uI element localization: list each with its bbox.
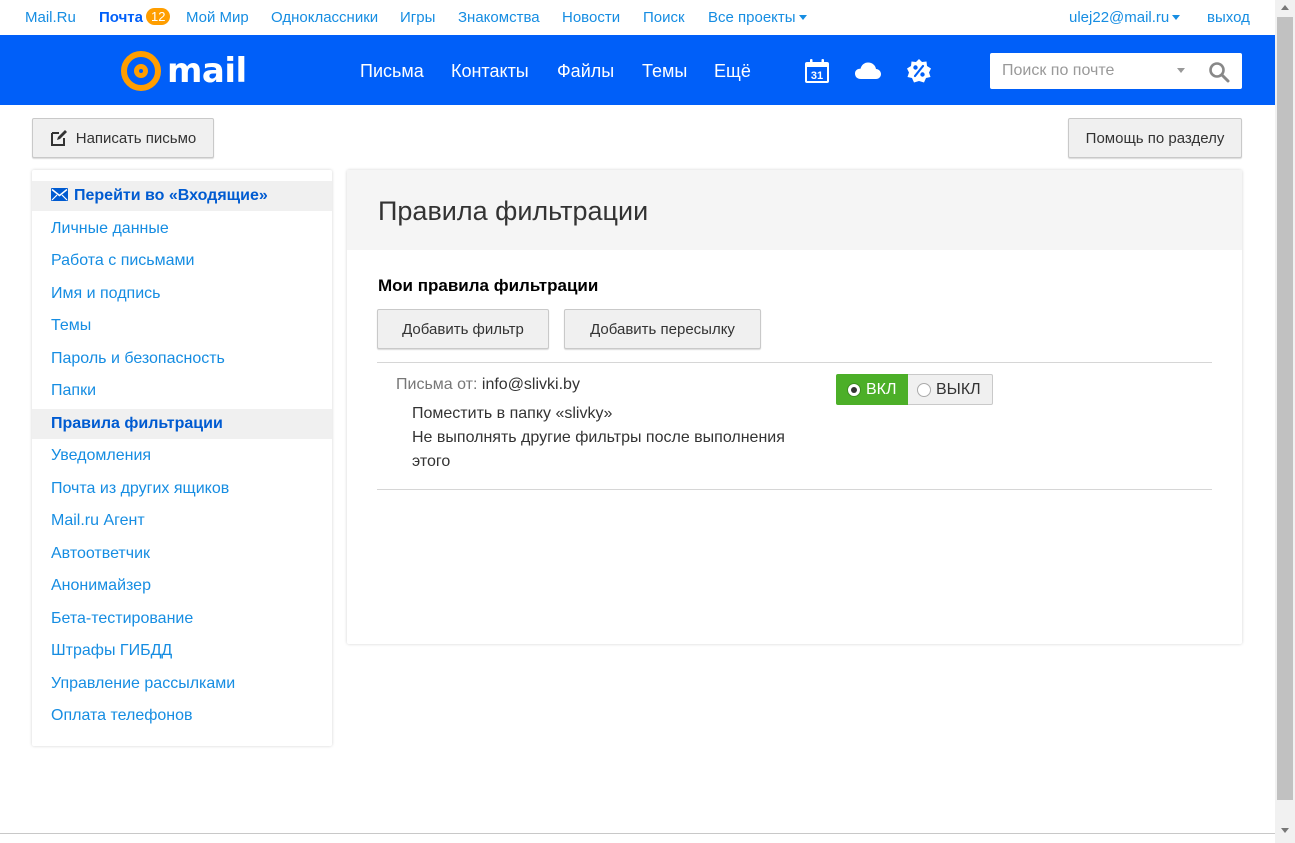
nav-themes[interactable]: Темы	[642, 61, 687, 82]
rule-on-label: ВКЛ	[866, 380, 897, 398]
cloud-icon[interactable]	[854, 58, 882, 84]
portal-link-pochta[interactable]: Почта 12	[99, 8, 171, 26]
scroll-up-icon[interactable]	[1281, 5, 1289, 10]
sidebar-item-filter-rules[interactable]: Правила фильтрации	[32, 409, 332, 439]
sidebar-item-phone-payment[interactable]: Оплата телефонов	[32, 701, 332, 731]
calendar-day: 31	[811, 70, 823, 82]
logout-link[interactable]: выход	[1207, 9, 1250, 26]
search-input[interactable]	[990, 53, 1165, 89]
search-options-dropdown-icon[interactable]	[1177, 68, 1185, 73]
rule-action-stop: Не выполнять другие фильтры после выполн…	[412, 429, 785, 446]
rule-off-label: ВЫКЛ	[936, 380, 981, 398]
user-account-dropdown[interactable]: ulej22@mail.ru	[1069, 9, 1181, 26]
sidebar-item-themes[interactable]: Темы	[32, 311, 332, 341]
nav-letters[interactable]: Письма	[360, 61, 424, 82]
sidebar-item-autoresponder[interactable]: Автоответчик	[32, 539, 332, 569]
page-scrollbar[interactable]	[1275, 0, 1295, 843]
panel-header: Правила фильтрации	[347, 170, 1242, 250]
calendar-icon[interactable]: 31	[804, 58, 830, 84]
chevron-down-icon	[798, 14, 807, 20]
settings-sidebar: Перейти во «Входящие» Личные данные Рабо…	[32, 170, 332, 746]
portal-link-mailru[interactable]: Mail.Ru	[25, 9, 76, 26]
radio-checked-icon	[847, 382, 861, 397]
user-email: ulej22@mail.ru	[1069, 9, 1170, 26]
all-projects-dropdown[interactable]: Все проекты	[708, 9, 807, 26]
sidebar-item-mail-handling[interactable]: Работа с письмами	[32, 246, 332, 276]
divider	[377, 489, 1212, 490]
footer-divider	[0, 833, 1275, 834]
portal-link-novosti[interactable]: Новости	[562, 9, 620, 26]
sidebar-item-folders[interactable]: Папки	[32, 376, 332, 406]
filter-rules-panel: Правила фильтрации Мои правила фильтраци…	[347, 170, 1242, 644]
sidebar-item-anonymizer[interactable]: Анонимайзер	[32, 571, 332, 601]
sidebar-item-traffic-fines[interactable]: Штрафы ГИБДД	[32, 636, 332, 666]
help-button[interactable]: Помощь по разделу	[1068, 118, 1242, 158]
radio-unchecked-icon	[917, 382, 931, 397]
chevron-down-icon	[1172, 14, 1181, 20]
divider	[377, 362, 1212, 363]
mail-logo[interactable]: mail	[121, 51, 247, 91]
sidebar-item-notifications[interactable]: Уведомления	[32, 441, 332, 471]
discount-icon[interactable]	[906, 58, 932, 84]
portal-link-odnoklassniki[interactable]: Одноклассники	[271, 9, 378, 26]
mail-search-box	[990, 53, 1242, 89]
sidebar-item-inbox[interactable]: Перейти во «Входящие»	[32, 181, 332, 211]
add-forwarding-button[interactable]: Добавить пересылку	[564, 309, 761, 349]
envelope-icon	[51, 188, 68, 202]
section-title: Мои правила фильтрации	[378, 276, 599, 295]
mail-header: mail Письма Контакты Файлы Темы Ещё 31	[0, 35, 1275, 105]
nav-more[interactable]: Ещё	[714, 61, 751, 82]
rule-sender[interactable]: Письма от: info@slivki.by	[396, 376, 580, 394]
compose-label: Написать письмо	[75, 129, 197, 147]
rule-from-label: Письма от:	[396, 376, 478, 393]
sidebar-item-password-security[interactable]: Пароль и безопасность	[32, 344, 332, 374]
rule-toggle: ВКЛ ВЫКЛ	[836, 374, 993, 405]
rule-on-option[interactable]: ВКЛ	[836, 374, 908, 405]
sidebar-item-inbox-label: Перейти во «Входящие»	[74, 187, 268, 204]
rule-action-move: Поместить в папку «slivky»	[412, 405, 613, 422]
compose-icon	[50, 130, 67, 146]
portal-link-poisk[interactable]: Поиск	[643, 9, 685, 26]
sidebar-item-mailru-agent[interactable]: Mail.ru Агент	[32, 506, 332, 536]
scrollbar-thumb[interactable]	[1277, 17, 1293, 800]
portal-link-igry[interactable]: Игры	[400, 9, 435, 26]
rule-action-stop-cont: этого	[412, 453, 451, 470]
sidebar-item-newsletters[interactable]: Управление рассылками	[32, 669, 332, 699]
all-projects-label: Все проекты	[708, 9, 796, 26]
sidebar-item-other-mailboxes[interactable]: Почта из других ящиков	[32, 474, 332, 504]
rule-from-value: info@slivki.by	[481, 376, 580, 393]
page-title: Правила фильтрации	[378, 196, 649, 226]
sidebar-item-name-signature[interactable]: Имя и подпись	[32, 279, 332, 309]
at-sign-logo-icon	[121, 51, 161, 91]
rule-off-option[interactable]: ВЫКЛ	[908, 374, 993, 405]
portal-link-moy-mir[interactable]: Мой Мир	[186, 9, 249, 26]
unread-count-badge: 12	[145, 8, 171, 25]
add-filter-button[interactable]: Добавить фильтр	[377, 309, 549, 349]
logo-wordmark: mail	[167, 51, 247, 91]
nav-contacts[interactable]: Контакты	[451, 61, 529, 82]
nav-files[interactable]: Файлы	[557, 61, 614, 82]
sidebar-item-beta-testing[interactable]: Бета-тестирование	[32, 604, 332, 634]
portal-bar: Mail.Ru Почта 12 Мой Мир Одноклассники Иг…	[0, 0, 1275, 35]
portal-link-znakomstva[interactable]: Знакомства	[458, 9, 540, 26]
search-icon[interactable]	[1208, 61, 1230, 83]
scroll-down-icon[interactable]	[1281, 828, 1289, 833]
portal-link-pochta-label: Почта	[99, 9, 143, 26]
sidebar-item-personal-data[interactable]: Личные данные	[32, 214, 332, 244]
compose-button[interactable]: Написать письмо	[32, 118, 214, 158]
